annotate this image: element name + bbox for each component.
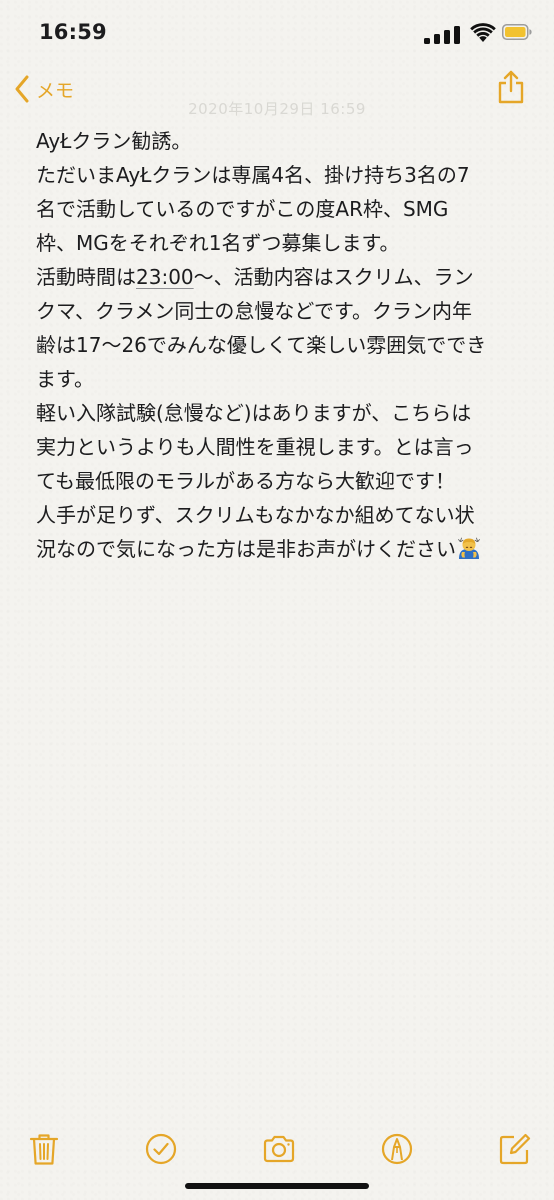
person-bowing-emoji-icon	[458, 537, 480, 559]
status-bar: 16:59	[0, 0, 554, 64]
compose-icon	[499, 1133, 531, 1165]
note-line: 人手が足りず、スクリムもなかなか組めてない状	[36, 503, 475, 527]
note-line: 実力というよりも人間性を重視します。とは言っ	[36, 435, 474, 459]
cellular-signal-icon	[424, 26, 460, 44]
time-detected-link[interactable]: 23:00	[136, 265, 194, 289]
camera-icon	[263, 1135, 295, 1163]
battery-icon	[502, 24, 532, 40]
note-line: AyŁクラン勧誘。	[36, 129, 192, 153]
note-text: 況なので気になった方は是非お声がけください	[36, 537, 456, 561]
wifi-icon	[470, 23, 496, 42]
trash-icon	[29, 1134, 59, 1165]
delete-button[interactable]	[27, 1132, 61, 1166]
note-line: 活動時間は23:00〜、活動内容はスクリム、ラン	[36, 260, 528, 294]
note-text: 〜、活動内容はスクリム、ラン	[193, 265, 474, 289]
markup-pen-icon	[381, 1133, 413, 1165]
bottom-toolbar	[0, 1120, 554, 1184]
compose-button[interactable]	[498, 1132, 532, 1166]
note-text: 活動時間は	[36, 265, 136, 289]
notes-screen: 16:59 メモ 2020年10月29日 16:59 AyŁクラン勧誘。 ただい…	[0, 0, 554, 1200]
note-date: 2020年10月29日 16:59	[188, 100, 366, 118]
note-line: 軽い入隊試験(怠慢など)はありますが、こちらは	[36, 401, 472, 425]
checklist-icon	[145, 1133, 177, 1165]
note-line: クマ、クラメン同士の怠慢などです。クラン内年	[36, 299, 472, 323]
checklist-button[interactable]	[144, 1132, 178, 1166]
note-body[interactable]: AyŁクラン勧誘。 ただいまAyŁクランは専属4名、掛け持ち3名の7 名で活動し…	[36, 124, 528, 566]
note-line: ただいまAyŁクランは専属4名、掛け持ち3名の7	[36, 163, 470, 187]
note-line: 枠、MGをそれぞれ1名ずつ募集します。	[36, 231, 400, 255]
home-indicator[interactable]	[185, 1183, 369, 1189]
markup-button[interactable]	[380, 1132, 414, 1166]
note-line: ます。	[36, 367, 94, 391]
camera-button[interactable]	[262, 1132, 296, 1166]
status-time: 16:59	[39, 20, 107, 44]
note-line: 齢は17〜26でみんな優しくて楽しい雰囲気ででき	[36, 333, 487, 357]
note-line: 況なので気になった方は是非お声がけください	[36, 532, 528, 566]
note-line: ても最低限のモラルがある方なら大歓迎です！	[36, 469, 455, 493]
note-line: 名で活動しているのですがこの度AR枠、SMG	[36, 197, 449, 221]
